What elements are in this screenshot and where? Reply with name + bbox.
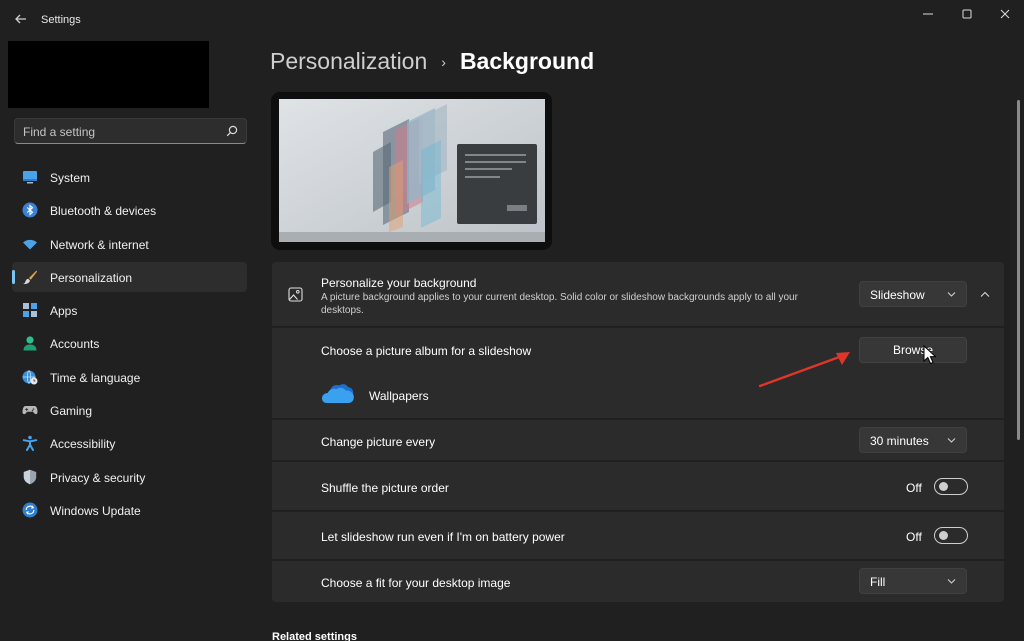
battery-slideshow-label: Let slideshow run even if I'm on battery…	[321, 530, 565, 544]
back-button[interactable]	[8, 6, 34, 32]
wallpaper-preview-image	[279, 99, 545, 242]
battery-toggle-state: Off	[906, 530, 922, 544]
shuffle-toggle-state: Off	[906, 481, 922, 495]
background-setting-description: A picture background applies to your cur…	[321, 292, 798, 316]
sidebar-item-label: Windows Update	[50, 503, 141, 518]
breadcrumb: Personalization › Background	[270, 48, 594, 75]
shuffle-toggle[interactable]	[934, 478, 968, 495]
breadcrumb-parent[interactable]: Personalization	[270, 48, 427, 75]
globe-clock-icon	[22, 370, 38, 385]
change-picture-interval-card: Change picture every 30 minutes	[272, 420, 1004, 460]
maximize-button[interactable]	[948, 0, 986, 28]
album-folder-item	[321, 382, 357, 406]
fit-value: Fill	[870, 575, 886, 589]
sidebar-item-system[interactable]: System	[12, 162, 247, 192]
close-button[interactable]	[986, 0, 1024, 28]
sidebar-item-label: Personalization	[50, 270, 133, 285]
sidebar-item-apps[interactable]: Apps	[12, 295, 247, 325]
minimize-icon	[923, 13, 933, 15]
account-profile-redacted[interactable]	[8, 41, 209, 108]
chevron-down-icon	[947, 438, 956, 443]
minimize-button[interactable]	[909, 0, 947, 28]
sidebar-item-label: Gaming	[50, 404, 93, 419]
sidebar-item-label: Privacy & security	[50, 470, 146, 485]
slideshow-album-card: Choose a picture album for a slideshow B…	[272, 328, 1004, 418]
related-settings-heading: Related settings	[272, 631, 357, 641]
sidebar-item-bluetooth-devices[interactable]: Bluetooth & devices	[12, 195, 247, 225]
personalize-background-card: Personalize your background A picture ba…	[272, 262, 1004, 326]
background-type-dropdown[interactable]: Slideshow	[859, 281, 967, 307]
background-type-value: Slideshow	[870, 288, 925, 302]
search-box[interactable]	[14, 118, 247, 144]
desktop-image-fit-card: Choose a fit for your desktop image Fill	[272, 561, 1004, 602]
sidebar-item-privacy-security[interactable]: Privacy & security	[12, 462, 247, 492]
fit-setting-label: Choose a fit for your desktop image	[321, 576, 511, 590]
maximize-icon	[962, 9, 972, 19]
chevron-up-icon	[980, 291, 990, 297]
active-indicator	[12, 269, 15, 284]
sidebar-item-windows-update[interactable]: Windows Update	[12, 495, 247, 525]
change-picture-interval-value: 30 minutes	[870, 434, 929, 448]
picture-icon	[288, 287, 303, 302]
sidebar-item-label: Network & internet	[50, 237, 149, 252]
onedrive-cloud-icon	[321, 384, 354, 403]
browse-button[interactable]: Browse	[859, 337, 967, 363]
sidebar-item-personalization[interactable]: Personalization	[12, 261, 247, 292]
update-icon	[22, 502, 38, 518]
background-setting-title: Personalize your background	[321, 276, 477, 290]
toggle-knob	[939, 531, 948, 540]
app-title: Settings	[41, 14, 81, 26]
paintbrush-icon	[23, 270, 37, 284]
mouse-cursor-icon	[923, 345, 936, 365]
apps-icon	[23, 303, 37, 318]
album-folder-name: Wallpapers	[369, 389, 429, 403]
scrollbar[interactable]	[1017, 100, 1021, 440]
accessibility-icon	[22, 436, 38, 452]
sidebar-item-label: Apps	[50, 304, 78, 319]
back-arrow-icon	[15, 14, 26, 24]
sidebar-item-network-internet[interactable]: Network & internet	[12, 229, 247, 259]
sidebar-item-accounts[interactable]: Accounts	[12, 328, 247, 358]
toggle-knob	[939, 482, 948, 491]
sidebar-item-label: System	[50, 171, 91, 185]
wifi-icon	[23, 239, 37, 250]
system-icon	[23, 171, 37, 184]
sidebar-nav: System Bluetooth & devices Network & int…	[12, 162, 247, 528]
annotation-arrow-icon	[758, 352, 850, 388]
breadcrumb-separator: ›	[441, 53, 446, 70]
search-icon[interactable]	[226, 125, 238, 137]
search-input[interactable]	[23, 123, 223, 140]
sidebar-item-accessibility[interactable]: Accessibility	[12, 428, 247, 458]
collapse-section-button[interactable]	[975, 286, 995, 302]
scrollbar-thumb[interactable]	[1017, 100, 1020, 440]
change-picture-interval-dropdown[interactable]: 30 minutes	[859, 427, 967, 453]
chevron-down-icon	[947, 579, 956, 584]
bluetooth-icon	[22, 202, 38, 218]
chevron-down-icon	[947, 292, 956, 297]
battery-slideshow-card: Let slideshow run even if I'm on battery…	[272, 512, 1004, 559]
shield-icon	[23, 469, 37, 484]
sidebar-item-label: Bluetooth & devices	[50, 204, 157, 219]
title-bar: Settings	[0, 0, 1024, 40]
sidebar-item-gaming[interactable]: Gaming	[12, 395, 247, 425]
sidebar-item-label: Accessibility	[50, 437, 116, 452]
sidebar-item-time-language[interactable]: Time & language	[12, 362, 247, 392]
shuffle-order-card: Shuffle the picture order Off	[272, 462, 1004, 510]
close-icon	[1000, 9, 1010, 19]
shuffle-order-label: Shuffle the picture order	[321, 481, 449, 495]
sidebar-item-label: Time & language	[50, 370, 141, 385]
page-title: Background	[459, 48, 595, 74]
account-icon	[23, 336, 37, 351]
sidebar-item-label: Accounts	[50, 337, 100, 352]
album-setting-label: Choose a picture album for a slideshow	[321, 344, 532, 358]
desktop-preview	[271, 92, 552, 250]
fit-dropdown[interactable]: Fill	[859, 568, 967, 594]
battery-toggle[interactable]	[934, 527, 968, 544]
gamepad-icon	[22, 406, 38, 415]
change-picture-label: Change picture every	[321, 435, 436, 449]
